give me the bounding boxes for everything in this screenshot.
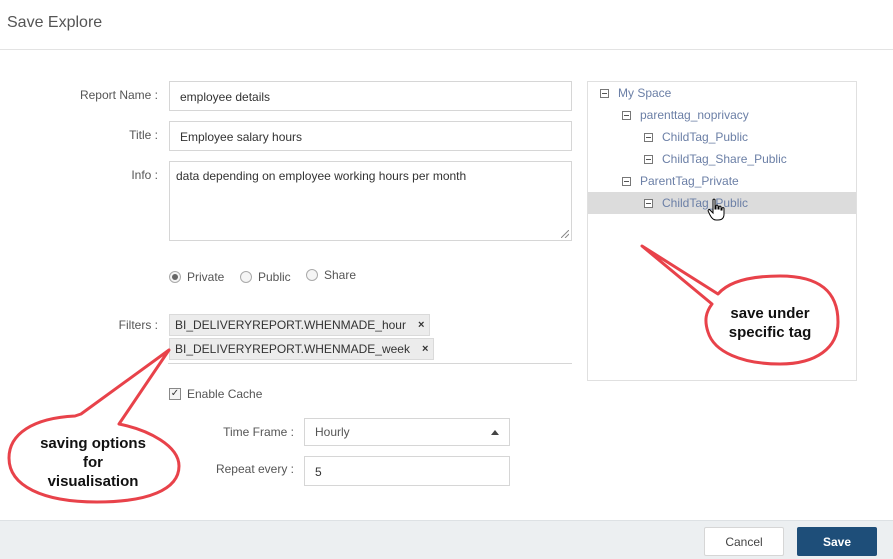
- options-callout-line: saving options: [40, 435, 146, 452]
- report-name-input[interactable]: employee details: [169, 81, 572, 111]
- collapse-icon[interactable]: [644, 132, 653, 142]
- report-name-label: Report Name :: [79, 88, 158, 102]
- filter-chip-label: BI_DELIVERYREPORT.WHENMADE_week: [175, 342, 410, 356]
- tree-node-parenttag-noprivacy[interactable]: parenttag_noprivacy: [622, 104, 749, 126]
- collapse-icon[interactable]: [644, 198, 653, 208]
- repeat-every-input[interactable]: 5: [304, 456, 510, 486]
- options-callout-text: saving options for visualisation: [28, 434, 158, 491]
- info-text: data depending on employee working hours…: [176, 169, 467, 183]
- filters-input-underline[interactable]: [168, 363, 572, 364]
- time-frame-select[interactable]: Hourly: [304, 418, 510, 446]
- filters-label: Filters :: [118, 318, 158, 332]
- tree-node-label: ChildTag_Public: [662, 196, 749, 210]
- radio-share[interactable]: Share: [306, 268, 356, 282]
- tree-callout-line: specific tag: [728, 324, 812, 341]
- tree-node-childtag-public[interactable]: ChildTag_Public: [644, 126, 748, 148]
- tree-callout-text: save under specific tag: [715, 304, 825, 342]
- remove-filter-icon[interactable]: ×: [418, 319, 424, 331]
- options-callout-line: for: [83, 454, 103, 471]
- collapse-icon[interactable]: [600, 88, 609, 98]
- filter-chip-label: BI_DELIVERYREPORT.WHENMADE_hour: [175, 318, 406, 332]
- save-button[interactable]: Save: [797, 527, 877, 556]
- collapse-icon[interactable]: [622, 110, 631, 120]
- radio-share-circle[interactable]: [306, 269, 318, 281]
- dialog-title: Save Explore: [7, 14, 103, 31]
- filter-chip: BI_DELIVERYREPORT.WHENMADE_hour ×: [169, 314, 431, 336]
- resize-handle-icon[interactable]: [561, 230, 569, 238]
- title-input[interactable]: Employee salary hours: [169, 121, 572, 151]
- enable-cache-label: Enable Cache: [187, 387, 263, 401]
- tree-node-label: parenttag_noprivacy: [640, 108, 749, 122]
- caret-up-icon[interactable]: [491, 429, 499, 435]
- dialog-header: Save Explore: [0, 0, 893, 50]
- tree-node-parenttag-private[interactable]: ParentTag_Private: [622, 170, 739, 192]
- options-callout-line: visualisation: [47, 473, 139, 490]
- info-label: Info :: [131, 168, 158, 182]
- enable-cache-checkbox[interactable]: ✓ Enable Cache: [169, 387, 262, 401]
- collapse-icon[interactable]: [622, 176, 631, 186]
- radio-private-circle[interactable]: [169, 271, 181, 283]
- title-label: Title :: [129, 128, 158, 142]
- tree-node-childtag-share-public[interactable]: ChildTag_Share_Public: [644, 148, 787, 170]
- time-frame-label: Time Frame :: [223, 425, 294, 439]
- tree-node-label: ParentTag_Private: [640, 174, 739, 188]
- repeat-every-label: Repeat every :: [215, 462, 294, 476]
- filter-chip: BI_DELIVERYREPORT.WHENMADE_week ×: [169, 338, 435, 360]
- radio-share-label: Share: [324, 268, 357, 282]
- radio-private-label: Private: [187, 270, 225, 284]
- collapse-icon[interactable]: [644, 154, 653, 164]
- info-textarea[interactable]: data depending on employee working hours…: [169, 161, 572, 241]
- radio-private[interactable]: Private: [169, 270, 224, 284]
- tree-callout-line: save under: [730, 305, 810, 322]
- tree-node-label: ChildTag_Share_Public: [662, 152, 787, 166]
- remove-filter-icon[interactable]: ×: [422, 343, 428, 355]
- radio-public-label: Public: [258, 270, 291, 284]
- radio-public[interactable]: Public: [240, 270, 291, 284]
- tree-node-label: My Space: [618, 86, 672, 100]
- radio-public-circle[interactable]: [240, 271, 252, 283]
- tree-node-label: ChildTag_Public: [662, 130, 749, 144]
- time-frame-value: Hourly: [315, 425, 350, 439]
- tree-node-my-space[interactable]: My Space: [600, 82, 671, 104]
- hand-cursor-icon: [707, 198, 725, 221]
- cancel-button[interactable]: Cancel: [704, 527, 784, 556]
